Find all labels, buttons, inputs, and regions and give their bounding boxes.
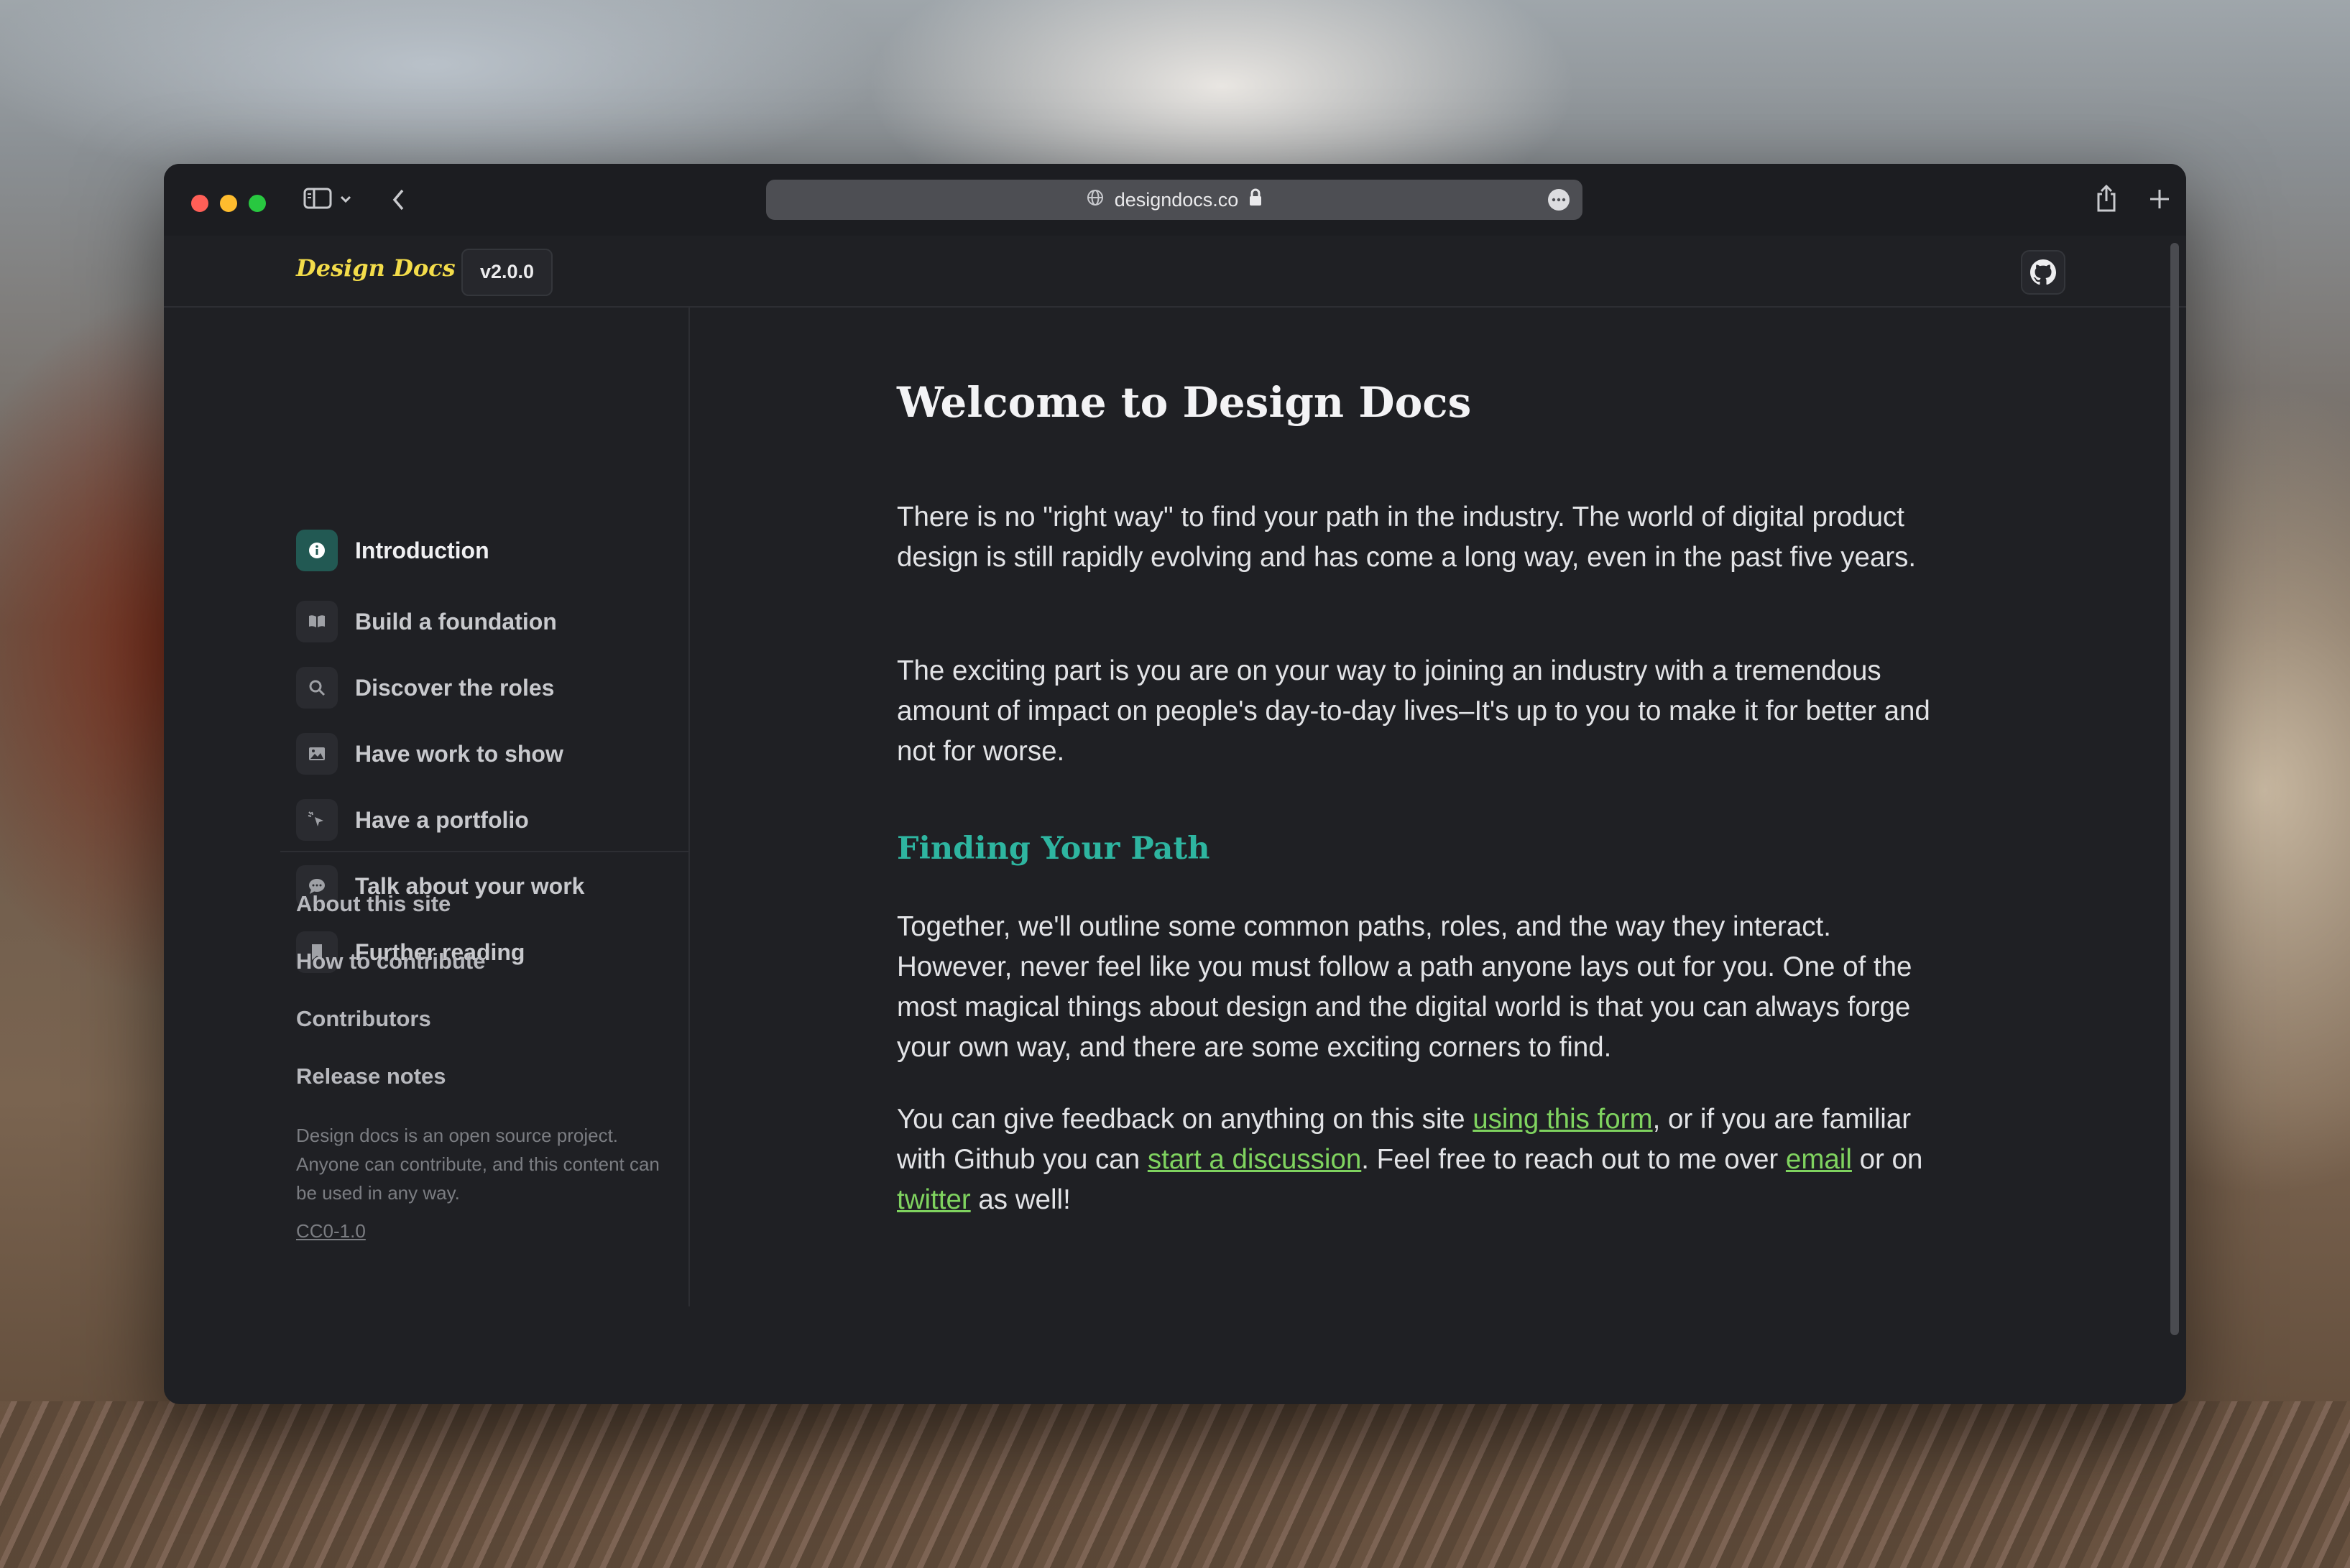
feedback-text: as well!	[970, 1184, 1071, 1215]
twitter-link[interactable]: twitter	[897, 1184, 971, 1215]
sidebar-item-have-a-portfolio[interactable]: Have a portfolio	[296, 798, 529, 841]
contributors-link[interactable]: Contributors	[296, 1006, 431, 1032]
sidebar-item-label: Have work to show	[355, 740, 563, 767]
paths-paragraph: Together, we'll outline some common path…	[897, 911, 1912, 1063]
image-icon	[296, 733, 338, 775]
new-tab-icon[interactable]	[2149, 188, 2170, 213]
back-icon[interactable]	[391, 188, 407, 215]
zoom-window-button[interactable]	[249, 195, 266, 212]
sidebar-divider	[280, 851, 688, 852]
feedback-paragraph: You can give feedback on anything on thi…	[897, 1099, 1939, 1220]
sidebar-item-label: Have a portfolio	[355, 806, 529, 833]
book-icon	[296, 601, 338, 642]
feedback-text: or on	[1851, 1144, 1923, 1175]
sidebar-item-label: Build a foundation	[355, 608, 557, 635]
sidebar-item-discover-the-roles[interactable]: Discover the roles	[296, 666, 554, 709]
sidebar-item-label: Introduction	[355, 537, 489, 563]
sidebar-toggle-icon[interactable]	[303, 187, 332, 213]
open-source-note: Design docs is an open source project. A…	[296, 1125, 660, 1204]
sidebar-item-introduction[interactable]: Introduction	[296, 529, 489, 572]
feedback-text: . Feel free to reach out to me over	[1361, 1144, 1786, 1175]
sidebar: Introduction Build a foundation Discover…	[272, 308, 690, 1306]
desktop-wallpaper	[0, 1401, 2350, 1568]
sidebar-item-have-work-to-show[interactable]: Have work to show	[296, 732, 563, 775]
url-text: designdocs.co	[1114, 188, 1239, 211]
section-heading: Finding Your Path	[897, 831, 1210, 867]
sidebar-item-label: Discover the roles	[355, 674, 555, 701]
chevron-down-icon[interactable]	[339, 194, 352, 207]
search-icon	[296, 667, 338, 709]
browser-toolbar: designdocs.co	[164, 164, 2186, 236]
browser-window: designdocs.co Design Docs v2.0.0 Introdu…	[164, 164, 2186, 1404]
intro-paragraph-1: There is no "right way" to find your pat…	[897, 502, 1917, 573]
sidebar-item-build-a-foundation[interactable]: Build a foundation	[296, 600, 557, 643]
start-discussion-link[interactable]: start a discussion	[1148, 1144, 1361, 1175]
version-badge[interactable]: v2.0.0	[461, 249, 553, 296]
globe-icon	[1086, 188, 1105, 212]
cursor-click-icon	[296, 799, 338, 841]
minimize-window-button[interactable]	[220, 195, 237, 212]
page-title: Welcome to Design Docs	[897, 378, 1472, 427]
info-icon	[296, 530, 338, 571]
page-menu-icon[interactable]	[1548, 189, 1570, 211]
close-window-button[interactable]	[191, 195, 208, 212]
site-header: Design Docs v2.0.0	[164, 236, 2186, 308]
lock-icon	[1248, 188, 1263, 212]
license-link[interactable]: CC0-1.0	[296, 1220, 366, 1242]
how-to-contribute-link[interactable]: How to contribute	[296, 949, 485, 974]
about-site-link[interactable]: About this site	[296, 891, 451, 917]
email-link[interactable]: email	[1786, 1144, 1852, 1175]
site-logo[interactable]: Design Docs	[296, 254, 456, 282]
feedback-text: You can give feedback on anything on thi…	[897, 1104, 1473, 1135]
feedback-form-link[interactable]: using this form	[1473, 1104, 1652, 1135]
release-notes-link[interactable]: Release notes	[296, 1064, 446, 1089]
github-icon[interactable]	[2021, 250, 2065, 295]
intro-paragraph-2: The exciting part is you are on your way…	[897, 655, 1930, 767]
scrollbar[interactable]	[2170, 243, 2179, 1335]
share-icon[interactable]	[2096, 184, 2117, 216]
address-bar[interactable]: designdocs.co	[766, 180, 1582, 220]
